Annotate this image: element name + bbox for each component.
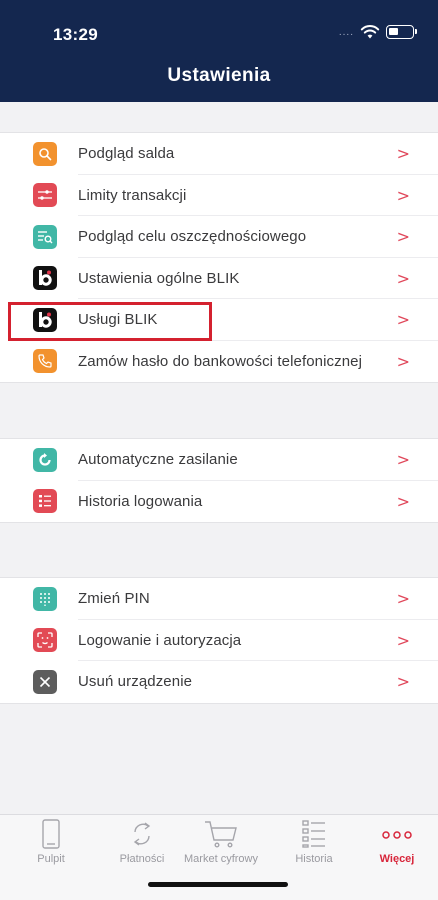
settings-item-savings-goal[interactable]: Podgląd celu oszczędnościowego > — [0, 216, 438, 258]
bottom-tab-bar: Pulpit Płatności Market cyfrowy Historia… — [0, 814, 438, 900]
settings-item-login-authorization[interactable]: Logowanie i autoryzacja > — [0, 620, 438, 661]
settings-item-label: Automatyczne zasilanie — [78, 451, 238, 469]
signal-icon: .... — [338, 26, 354, 38]
more-dots-icon — [382, 831, 412, 839]
settings-group-3: Zmień PIN > Logowanie i autoryzacja > Us… — [0, 577, 438, 704]
settings-item-label: Ustawienia ogólne BLIK — [78, 269, 240, 287]
wifi-icon — [360, 25, 380, 39]
tab-wiecej[interactable]: Więcej — [357, 819, 437, 865]
settings-item-login-history[interactable]: Historia logowania > — [0, 481, 438, 523]
settings-item-label: Podgląd celu oszczędnościowego — [78, 228, 307, 246]
tab-label: Więcej — [379, 853, 415, 865]
settings-item-label: Historia logowania — [78, 492, 203, 510]
cart-icon — [205, 821, 237, 848]
history-list-icon — [302, 820, 325, 848]
settings-item-balance-preview[interactable]: Podgląd salda > — [0, 133, 438, 175]
phone-device-icon — [42, 819, 60, 849]
settings-group-2: Automatyczne zasilanie > Historia logowa… — [0, 438, 438, 523]
settings-item-label: Usługi BLIK — [78, 311, 158, 329]
limits-icon — [33, 183, 57, 208]
blik-logo-icon — [33, 266, 57, 291]
settings-item-change-pin[interactable]: Zmień PIN > — [0, 578, 438, 620]
list-icon — [33, 489, 57, 514]
close-icon — [33, 669, 57, 694]
settings-item-label: Usuń urządzenie — [78, 673, 193, 691]
settings-item-label: Zmień PIN — [78, 590, 150, 608]
chevron-right-icon: > — [396, 351, 410, 371]
tab-label: Płatności — [119, 853, 165, 865]
settings-item-label: Logowanie i autoryzacja — [78, 631, 242, 649]
settings-item-label: Limity transakcji — [78, 186, 187, 204]
tab-historia[interactable]: Historia — [274, 819, 354, 865]
home-indicator — [148, 882, 288, 887]
settings-item-blik-services[interactable]: Usługi BLIK > — [0, 299, 438, 341]
chevron-right-icon: > — [396, 630, 410, 650]
chevron-right-icon: > — [396, 144, 410, 164]
battery-icon — [386, 25, 417, 39]
refresh-icon — [33, 447, 57, 472]
chevron-right-icon: > — [396, 227, 410, 247]
status-time: 13:29 — [53, 25, 98, 44]
chevron-right-icon: > — [396, 185, 410, 205]
chevron-right-icon: > — [396, 310, 410, 330]
tab-label: Market cyfrowy — [184, 853, 258, 865]
blik-logo-icon — [33, 307, 57, 332]
settings-item-label: Zamów hasło do bankowości telefonicznej — [78, 352, 363, 370]
status-indicators: .... — [338, 24, 417, 40]
settings-item-label: Podgląd salda — [78, 145, 175, 163]
phone-icon — [33, 349, 57, 374]
settings-item-transaction-limits[interactable]: Limity transakcji > — [0, 175, 438, 216]
savings-goal-icon — [33, 224, 57, 249]
chevron-right-icon: > — [396, 268, 410, 288]
tab-market[interactable]: Market cyfrowy — [181, 819, 261, 865]
chevron-right-icon: > — [396, 491, 410, 511]
chevron-right-icon: > — [396, 672, 410, 692]
chevron-right-icon: > — [396, 450, 410, 470]
settings-group-1: Podgląd salda > Limity transakcji > Podg… — [0, 132, 438, 383]
face-id-icon — [33, 628, 57, 653]
header-bar: 13:29 .... Ustawienia — [0, 0, 438, 102]
tab-label: Historia — [295, 853, 333, 865]
tab-label: Pulpit — [37, 853, 65, 865]
settings-item-phone-banking-password[interactable]: Zamów hasło do bankowości telefonicznej … — [0, 341, 438, 383]
settings-item-remove-device[interactable]: Usuń urządzenie > — [0, 661, 438, 703]
transfer-arrows-icon — [133, 822, 151, 846]
tab-platnosci[interactable]: Płatności — [102, 819, 182, 865]
page-title: Ustawienia — [167, 65, 271, 86]
chevron-right-icon: > — [396, 589, 410, 609]
tab-pulpit[interactable]: Pulpit — [11, 819, 91, 865]
settings-item-blik-general[interactable]: Ustawienia ogólne BLIK > — [0, 258, 438, 299]
search-icon — [33, 141, 57, 166]
keypad-icon — [33, 586, 57, 611]
settings-item-auto-topup[interactable]: Automatyczne zasilanie > — [0, 439, 438, 481]
